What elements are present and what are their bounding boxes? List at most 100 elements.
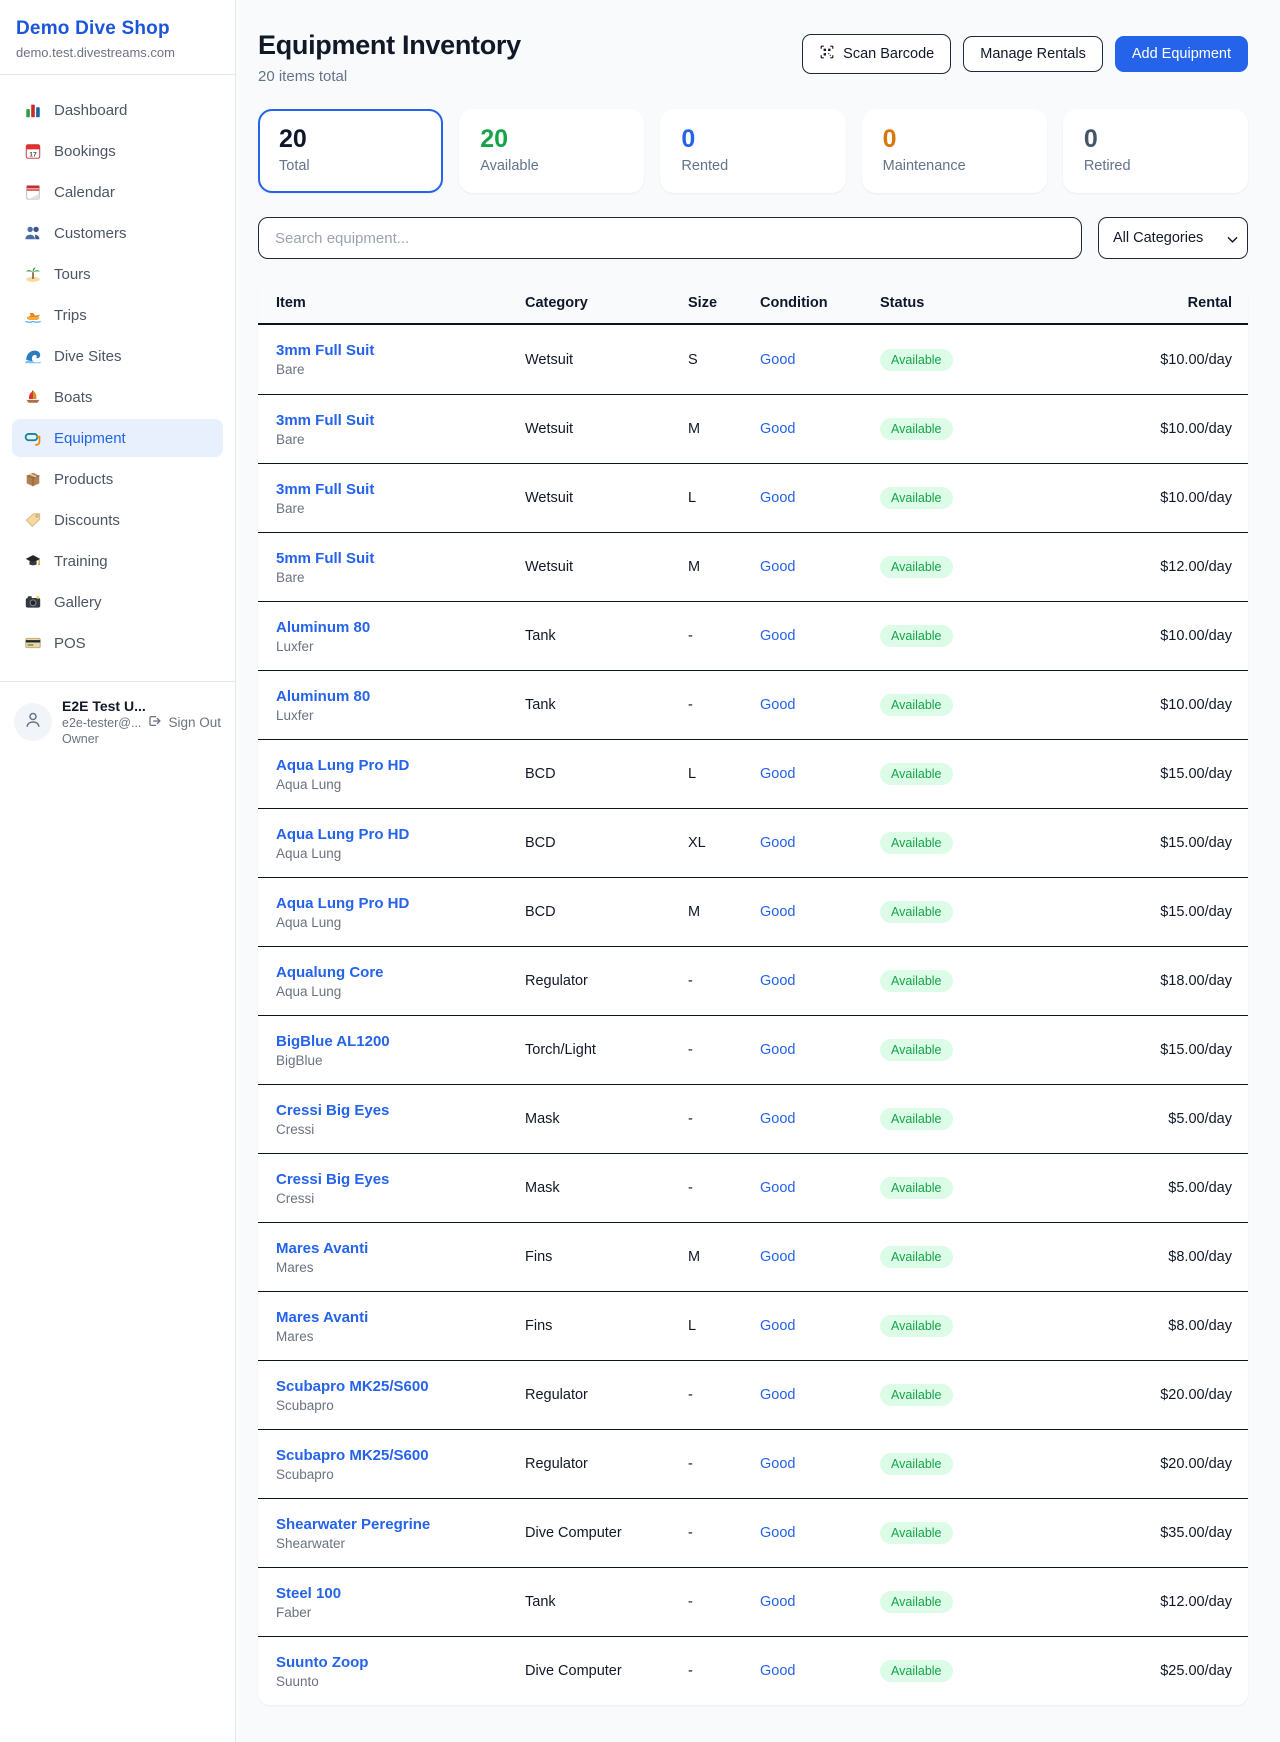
item-name-link[interactable]: Cressi Big Eyes: [276, 1102, 389, 1119]
sidebar-item-equipment[interactable]: Equipment: [12, 419, 223, 457]
table-row[interactable]: Shearwater PeregrineShearwaterDive Compu…: [258, 1498, 1248, 1567]
status-cell: Available: [880, 1315, 1092, 1337]
sidebar-item-training[interactable]: Training: [12, 542, 223, 580]
table-row[interactable]: Mares AvantiMaresFinsMGoodAvailable$8.00…: [258, 1222, 1248, 1291]
item-name-link[interactable]: 3mm Full Suit: [276, 481, 374, 498]
table-row[interactable]: Mares AvantiMaresFinsLGoodAvailable$8.00…: [258, 1291, 1248, 1360]
item-name-link[interactable]: 3mm Full Suit: [276, 412, 374, 429]
item-brand: Bare: [276, 432, 525, 447]
item-name-link[interactable]: Scubapro MK25/S600: [276, 1447, 429, 1464]
table-row[interactable]: Suunto ZoopSuuntoDive Computer-GoodAvail…: [258, 1636, 1248, 1705]
sidebar-item-gallery[interactable]: Gallery: [12, 583, 223, 621]
table-row[interactable]: Aqualung CoreAqua LungRegulator-GoodAvai…: [258, 946, 1248, 1015]
item-name-link[interactable]: Aluminum 80: [276, 619, 370, 636]
rental-cell: $12.00/day: [1092, 559, 1232, 575]
condition-link[interactable]: Good: [760, 835, 795, 851]
item-name-link[interactable]: 5mm Full Suit: [276, 550, 374, 567]
table-row[interactable]: 3mm Full SuitBareWetsuitMGoodAvailable$1…: [258, 394, 1248, 463]
condition-link[interactable]: Good: [760, 352, 795, 368]
table-row[interactable]: Aqua Lung Pro HDAqua LungBCDLGoodAvailab…: [258, 739, 1248, 808]
sidebar-item-products[interactable]: Products: [12, 460, 223, 498]
table-row[interactable]: BigBlue AL1200BigBlueTorch/Light-GoodAva…: [258, 1015, 1248, 1084]
sidebar-item-customers[interactable]: Customers: [12, 214, 223, 252]
item-name-link[interactable]: Cressi Big Eyes: [276, 1171, 389, 1188]
brand-title[interactable]: Demo Dive Shop: [16, 18, 219, 40]
stat-card-rented[interactable]: 0Rented: [660, 109, 845, 193]
item-name-link[interactable]: 3mm Full Suit: [276, 342, 374, 359]
table-row[interactable]: 5mm Full SuitBareWetsuitMGoodAvailable$1…: [258, 532, 1248, 601]
condition-link[interactable]: Good: [760, 1111, 795, 1127]
item-name-link[interactable]: Aqualung Core: [276, 964, 384, 981]
table-row[interactable]: Scubapro MK25/S600ScubaproRegulator-Good…: [258, 1429, 1248, 1498]
manage-rentals-button[interactable]: Manage Rentals: [963, 36, 1103, 72]
item-name-link[interactable]: Suunto Zoop: [276, 1654, 368, 1671]
item-cell: Mares AvantiMares: [276, 1309, 525, 1344]
sidebar-item-pos[interactable]: POS: [12, 624, 223, 662]
sign-out-button[interactable]: Sign Out: [146, 713, 221, 732]
table-row[interactable]: 3mm Full SuitBareWetsuitSGoodAvailable$1…: [258, 325, 1248, 394]
item-name-link[interactable]: Aqua Lung Pro HD: [276, 895, 409, 912]
table-row[interactable]: Aluminum 80LuxferTank-GoodAvailable$10.0…: [258, 601, 1248, 670]
item-cell: Steel 100Faber: [276, 1585, 525, 1620]
stat-card-retired[interactable]: 0Retired: [1063, 109, 1248, 193]
sidebar-item-dashboard[interactable]: Dashboard: [12, 91, 223, 129]
condition-link[interactable]: Good: [760, 1525, 795, 1541]
condition-link[interactable]: Good: [760, 697, 795, 713]
condition-link[interactable]: Good: [760, 628, 795, 644]
sidebar-item-trips[interactable]: Trips: [12, 296, 223, 334]
item-brand: Luxfer: [276, 708, 525, 723]
item-name-link[interactable]: Scubapro MK25/S600: [276, 1378, 429, 1395]
table-row[interactable]: 3mm Full SuitBareWetsuitLGoodAvailable$1…: [258, 463, 1248, 532]
condition-link[interactable]: Good: [760, 1663, 795, 1679]
sidebar-item-tours[interactable]: Tours: [12, 255, 223, 293]
stat-card-available[interactable]: 20Available: [459, 109, 644, 193]
item-name-link[interactable]: Aqua Lung Pro HD: [276, 757, 409, 774]
bookings-icon: 17: [24, 142, 42, 160]
status-badge: Available: [880, 970, 953, 992]
condition-link[interactable]: Good: [760, 973, 795, 989]
condition-link[interactable]: Good: [760, 421, 795, 437]
item-name-link[interactable]: Steel 100: [276, 1585, 341, 1602]
condition-link[interactable]: Good: [760, 766, 795, 782]
condition-link[interactable]: Good: [760, 1180, 795, 1196]
table-row[interactable]: Cressi Big EyesCressiMask-GoodAvailable$…: [258, 1084, 1248, 1153]
item-name-link[interactable]: Aqua Lung Pro HD: [276, 826, 409, 843]
search-input[interactable]: [258, 217, 1082, 259]
stat-card-total[interactable]: 20Total: [258, 109, 443, 193]
table-row[interactable]: Aqua Lung Pro HDAqua LungBCDXLGoodAvaila…: [258, 808, 1248, 877]
status-cell: Available: [880, 1108, 1092, 1130]
item-name-link[interactable]: Mares Avanti: [276, 1240, 368, 1257]
status-badge: Available: [880, 418, 953, 440]
condition-link[interactable]: Good: [760, 490, 795, 506]
item-name-link[interactable]: Mares Avanti: [276, 1309, 368, 1326]
condition-link[interactable]: Good: [760, 559, 795, 575]
condition-link[interactable]: Good: [760, 1594, 795, 1610]
table-row[interactable]: Scubapro MK25/S600ScubaproRegulator-Good…: [258, 1360, 1248, 1429]
table-row[interactable]: Steel 100FaberTank-GoodAvailable$12.00/d…: [258, 1567, 1248, 1636]
condition-cell: Good: [760, 1318, 880, 1334]
sidebar-item-discounts[interactable]: Discounts: [12, 501, 223, 539]
category-cell: BCD: [525, 766, 688, 782]
table-row[interactable]: Aqua Lung Pro HDAqua LungBCDMGoodAvailab…: [258, 877, 1248, 946]
sidebar-item-calendar[interactable]: Calendar: [12, 173, 223, 211]
condition-link[interactable]: Good: [760, 1456, 795, 1472]
condition-link[interactable]: Good: [760, 904, 795, 920]
condition-link[interactable]: Good: [760, 1042, 795, 1058]
sidebar-item-boats[interactable]: Boats: [12, 378, 223, 416]
add-equipment-button[interactable]: Add Equipment: [1115, 36, 1248, 72]
stat-card-maintenance[interactable]: 0Maintenance: [862, 109, 1047, 193]
sidebar-item-dive-sites[interactable]: Dive Sites: [12, 337, 223, 375]
category-cell: Mask: [525, 1180, 688, 1196]
condition-link[interactable]: Good: [760, 1387, 795, 1403]
condition-link[interactable]: Good: [760, 1249, 795, 1265]
scan-barcode-button[interactable]: Scan Barcode: [802, 34, 951, 74]
table-row[interactable]: Cressi Big EyesCressiMask-GoodAvailable$…: [258, 1153, 1248, 1222]
sidebar-item-bookings[interactable]: 17Bookings: [12, 132, 223, 170]
item-name-link[interactable]: Shearwater Peregrine: [276, 1516, 430, 1533]
category-select[interactable]: All Categories: [1098, 217, 1248, 259]
item-cell: 3mm Full Suit Bare: [276, 412, 525, 447]
item-name-link[interactable]: Aluminum 80: [276, 688, 370, 705]
item-name-link[interactable]: BigBlue AL1200: [276, 1033, 390, 1050]
condition-link[interactable]: Good: [760, 1318, 795, 1334]
table-row[interactable]: Aluminum 80LuxferTank-GoodAvailable$10.0…: [258, 670, 1248, 739]
